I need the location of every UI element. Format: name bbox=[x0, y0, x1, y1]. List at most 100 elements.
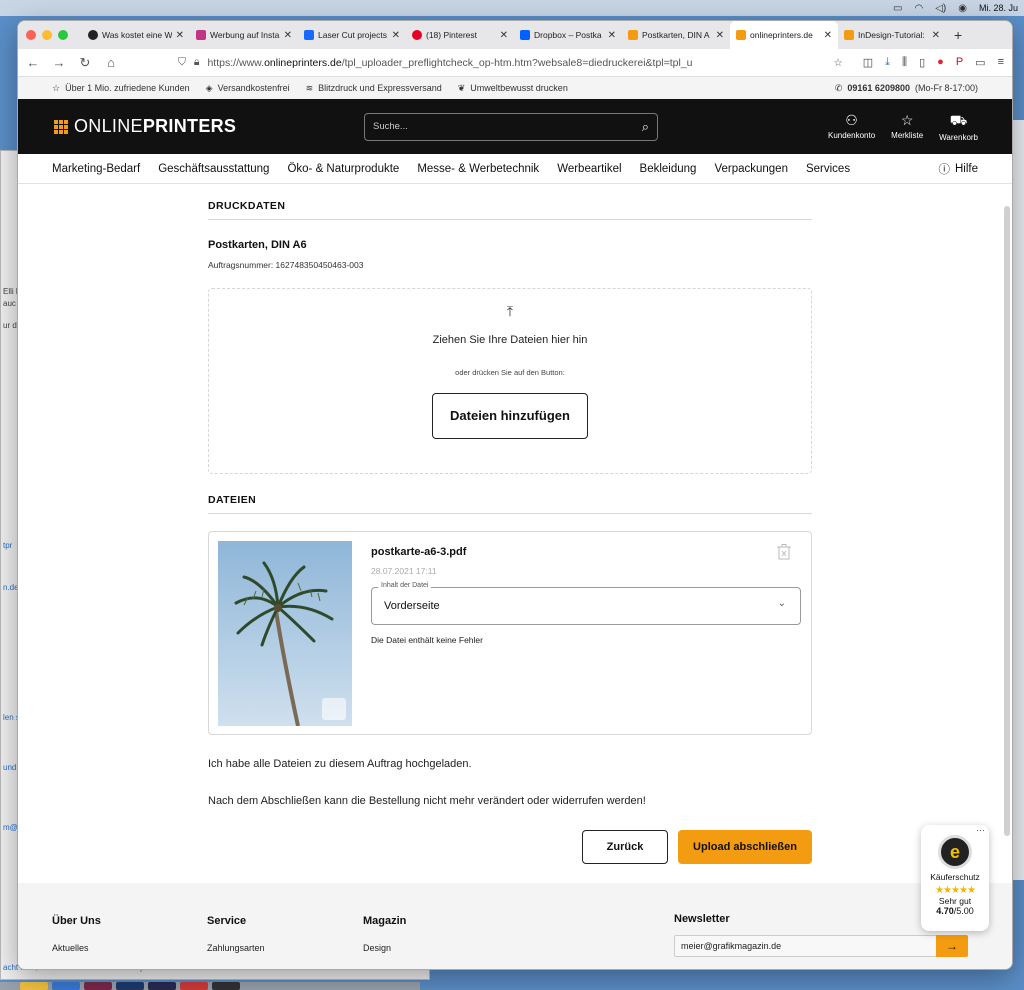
dock-app-icon[interactable] bbox=[212, 982, 240, 990]
nav-item[interactable]: Werbeartikel bbox=[557, 163, 621, 175]
browser-tab-active[interactable]: onlineprinters.de ✕ bbox=[730, 21, 838, 49]
newsletter-email-input[interactable]: meier@grafikmagazin.de → bbox=[674, 935, 968, 957]
dock-app-icon[interactable] bbox=[148, 982, 176, 990]
upload-icon: ⤒ bbox=[506, 303, 514, 319]
usp-item: ☆ Über 1 Mio. zufriedene Kunden bbox=[52, 82, 190, 94]
close-tab-icon[interactable]: ✕ bbox=[176, 30, 184, 41]
download-icon[interactable]: ⤓ bbox=[885, 56, 890, 69]
bookmark-star-icon[interactable]: ☆ bbox=[833, 57, 842, 69]
newsletter-submit-arrow-icon[interactable]: → bbox=[936, 935, 968, 957]
screen-icon[interactable]: ▭ bbox=[975, 56, 985, 69]
dock-app-icon[interactable] bbox=[20, 982, 48, 990]
library-icon[interactable]: ⫼ bbox=[902, 56, 907, 69]
account-button[interactable]: ⚇ Kundenkonto bbox=[828, 112, 875, 142]
nav-item[interactable]: Marketing-Bedarf bbox=[52, 163, 140, 175]
product-info: Postkarten, DIN A6 Auftragsnummer: 16274… bbox=[208, 239, 812, 270]
close-tab-icon[interactable]: ✕ bbox=[932, 30, 940, 41]
browser-tab[interactable]: Dropbox – Postka ✕ bbox=[514, 21, 622, 49]
site-logo[interactable]: ONLINEPRINTERS bbox=[54, 116, 364, 137]
enlarge-preview-icon[interactable] bbox=[322, 698, 346, 720]
trash-icon[interactable] bbox=[777, 544, 791, 560]
warning-text: Nach dem Abschließen kann die Bestellung… bbox=[208, 795, 646, 807]
pinterest-icon[interactable]: P bbox=[956, 56, 963, 69]
file-preview-image[interactable] bbox=[218, 541, 352, 726]
dock-app-icon[interactable] bbox=[52, 982, 80, 990]
close-tab-icon[interactable]: ✕ bbox=[608, 30, 616, 41]
tab-label: onlineprinters.de bbox=[750, 30, 813, 40]
close-window-icon[interactable] bbox=[26, 30, 36, 40]
nav-item[interactable]: Messe- & Werbetechnik bbox=[417, 163, 539, 175]
close-tab-icon[interactable]: ✕ bbox=[716, 30, 724, 41]
wishlist-button[interactable]: ☆ Merkliste bbox=[891, 112, 923, 142]
star-icon: ☆ bbox=[900, 111, 914, 128]
browser-tab[interactable]: Was kostet eine W ✕ bbox=[82, 21, 190, 49]
browser-tab[interactable]: Postkarten, DIN A ✕ bbox=[622, 21, 730, 49]
confirm-text: Ich habe alle Dateien zu diesem Auftrag … bbox=[208, 758, 472, 770]
trusted-shops-badge[interactable]: ··· e Käuferschutz ★★★★★ Sehr gut 4.70/5… bbox=[921, 825, 989, 931]
select-value: Vorderseite bbox=[384, 600, 440, 612]
wifi-icon[interactable]: ◠ bbox=[914, 3, 923, 14]
menu-icon[interactable]: ≡ bbox=[998, 56, 1004, 69]
lock-icon[interactable]: 🔒︎ bbox=[194, 56, 200, 69]
window-controls bbox=[26, 30, 68, 40]
maximize-window-icon[interactable] bbox=[58, 30, 68, 40]
browser-tab[interactable]: InDesign-Tutorial: ✕ bbox=[838, 21, 946, 49]
search-icon[interactable]: ⌕ bbox=[642, 119, 649, 135]
close-tab-icon[interactable]: ✕ bbox=[284, 30, 292, 41]
help-link[interactable]: ⓘ Hilfe bbox=[938, 161, 978, 177]
tab-label: Was kostet eine W bbox=[102, 30, 172, 40]
pocket-icon[interactable]: ◫ bbox=[863, 56, 873, 69]
minimize-window-icon[interactable] bbox=[42, 30, 52, 40]
menubar-datetime[interactable]: Mi. 28. Ju bbox=[979, 3, 1018, 13]
url-text[interactable]: https://www.onlineprinters.de/tpl_upload… bbox=[207, 57, 825, 69]
shield-icon[interactable]: ⛉ bbox=[178, 56, 186, 69]
nav-item[interactable]: Verpackungen bbox=[714, 163, 788, 175]
close-tab-icon[interactable]: ✕ bbox=[500, 30, 508, 41]
tab-favicon bbox=[88, 30, 98, 40]
back-button[interactable]: Zurück bbox=[582, 830, 668, 864]
dock-app-icon[interactable] bbox=[84, 982, 112, 990]
footer-column: Service Zahlungsarten bbox=[207, 915, 265, 953]
trust-label: Käuferschutz bbox=[930, 872, 980, 882]
hotline[interactable]: ✆ 09161 6209800 (Mo-Fr 8-17:00) bbox=[835, 83, 978, 94]
home-icon[interactable]: ⌂ bbox=[104, 55, 118, 70]
back-arrow-icon[interactable]: ← bbox=[26, 55, 40, 70]
add-files-button[interactable]: Dateien hinzufügen bbox=[432, 393, 588, 439]
new-tab-button[interactable]: + bbox=[954, 27, 962, 43]
control-center-icon[interactable]: ▭ bbox=[893, 3, 902, 14]
footer-link[interactable]: Design bbox=[363, 943, 406, 953]
main-navigation: Marketing-Bedarf Geschäftsausstattung Ök… bbox=[18, 154, 1012, 184]
finish-upload-button[interactable]: Upload abschließen bbox=[678, 830, 812, 864]
footer-link[interactable]: Aktuelles bbox=[52, 943, 101, 953]
search-input[interactable]: Suche... ⌕ bbox=[364, 112, 658, 141]
dock-app-icon[interactable] bbox=[116, 982, 144, 990]
more-options-icon[interactable]: ··· bbox=[976, 825, 985, 835]
forward-arrow-icon[interactable]: → bbox=[52, 55, 66, 70]
nav-item[interactable]: Bekleidung bbox=[640, 163, 697, 175]
tab-label: (18) Pinterest bbox=[426, 30, 478, 40]
tab-label: Laser Cut projects bbox=[318, 30, 387, 40]
file-dropzone[interactable]: ⤒ Ziehen Sie Ihre Dateien hier hin oder … bbox=[208, 288, 812, 474]
reload-icon[interactable]: ↻ bbox=[78, 55, 92, 71]
sidebar-icon[interactable]: ▯ bbox=[919, 56, 925, 69]
footer-column-title: Über Uns bbox=[52, 915, 101, 927]
close-tab-icon[interactable]: ✕ bbox=[392, 30, 400, 41]
order-number: Auftragsnummer: 162748350450463-003 bbox=[208, 260, 364, 270]
volume-icon[interactable]: ◁) bbox=[935, 3, 946, 14]
browser-tab[interactable]: Laser Cut projects ✕ bbox=[298, 21, 406, 49]
close-tab-icon[interactable]: ✕ bbox=[824, 30, 832, 41]
extension-icon[interactable]: ● bbox=[937, 56, 944, 69]
footer-link[interactable]: Zahlungsarten bbox=[207, 943, 265, 953]
nav-item[interactable]: Öko- & Naturprodukte bbox=[287, 163, 399, 175]
nav-item[interactable]: Services bbox=[806, 163, 850, 175]
address-bar[interactable]: ⛉ 🔒︎ https://www.onlineprinters.de/tpl_u… bbox=[170, 52, 851, 74]
page-scrollbar[interactable] bbox=[1004, 206, 1010, 836]
file-content-select[interactable]: Inhalt der Datei Vorderseite ⌄ bbox=[371, 582, 801, 625]
cart-button[interactable]: ⛟ Warenkorb bbox=[939, 112, 978, 142]
browser-tab[interactable]: (18) Pinterest ✕ bbox=[406, 21, 514, 49]
nav-item[interactable]: Geschäftsausstattung bbox=[158, 163, 269, 175]
user-icon[interactable]: ◉ bbox=[958, 3, 967, 14]
dock-app-icon[interactable] bbox=[180, 982, 208, 990]
tab-label: InDesign-Tutorial: bbox=[858, 30, 925, 40]
browser-tab[interactable]: Werbung auf Insta ✕ bbox=[190, 21, 298, 49]
